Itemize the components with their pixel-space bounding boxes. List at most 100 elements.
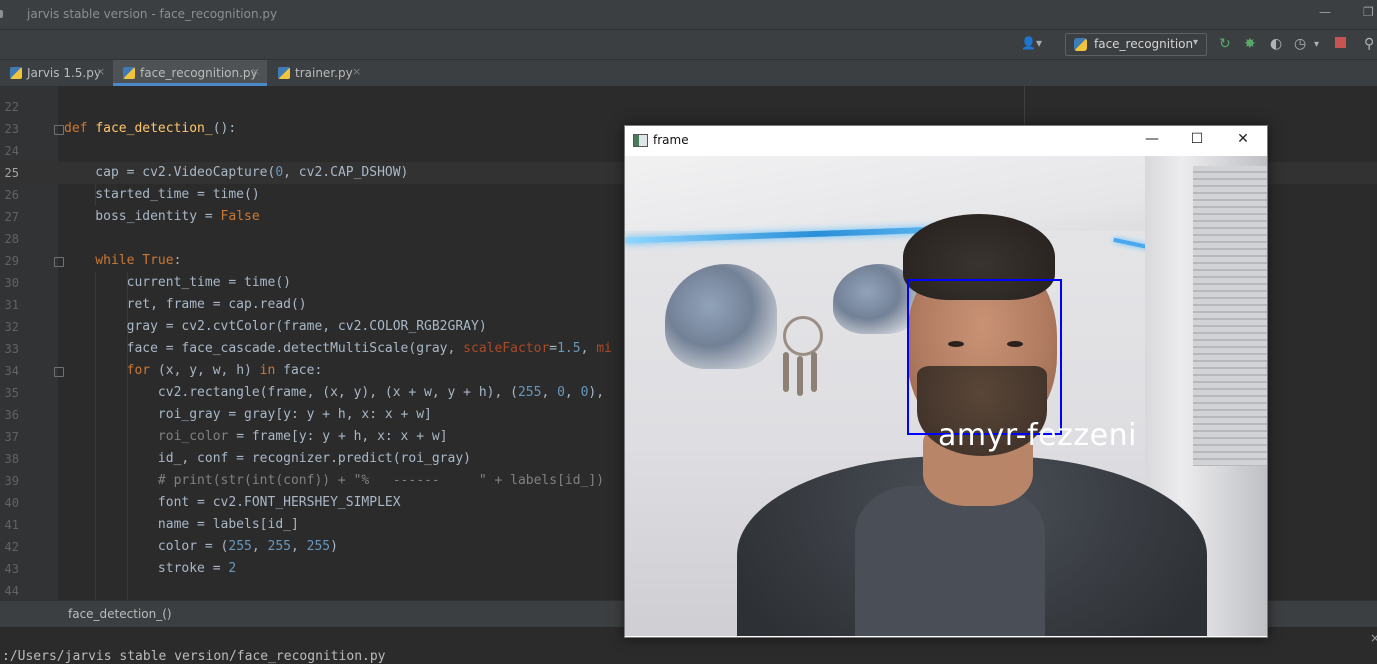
opencv-frame-window[interactable]: frame — ☐ ✕ amyr-fezzeni — [624, 125, 1268, 638]
line-number: 37 — [4, 430, 19, 444]
code-keyword: in — [259, 363, 284, 378]
code-text: current_time = time() — [64, 275, 291, 290]
python-icon — [1074, 38, 1087, 51]
line-number: 32 — [4, 320, 19, 334]
run-configuration-label: face_recognition — [1094, 37, 1194, 51]
code-text: ), — [588, 385, 605, 400]
line-number: 33 — [4, 342, 19, 356]
line-number: 24 — [4, 144, 19, 158]
frame-close-button[interactable]: ✕ — [1233, 131, 1253, 147]
close-icon[interactable]: × — [1370, 631, 1377, 645]
code-text: roi_gray = gray[y: y + h, x: x + w] — [64, 407, 432, 422]
code-keyword: True — [142, 253, 174, 268]
line-number: 23 — [4, 122, 19, 136]
face-detection-box — [907, 279, 1062, 435]
profile-icon[interactable]: ◷ — [1294, 36, 1306, 52]
code-number: 255 — [228, 539, 252, 554]
close-icon[interactable]: × — [352, 65, 361, 78]
code-keyword: def — [64, 121, 96, 136]
line-number: 34 — [4, 364, 19, 378]
code-text: cap = cv2.VideoCapture( — [64, 165, 276, 180]
app-icon — [0, 10, 3, 18]
stop-icon[interactable] — [1335, 37, 1346, 48]
code-text: started_time = time() — [64, 187, 260, 202]
window-app-icon — [633, 134, 648, 147]
code-text: name = labels[id_] — [64, 517, 299, 532]
frame-titlebar[interactable]: frame — ☐ ✕ — [625, 126, 1267, 156]
frame-title: frame — [653, 133, 689, 147]
code-number: 1.5 — [557, 341, 581, 356]
user-icon[interactable]: 👤▾ — [1021, 36, 1042, 50]
close-icon[interactable]: × — [251, 65, 260, 78]
code-text: = frame[y: y + h, x: x + w] — [228, 429, 448, 444]
python-file-icon — [123, 67, 135, 79]
breadcrumb-function[interactable]: face_detection_() — [68, 607, 172, 621]
line-number: 39 — [4, 474, 19, 488]
tab-face-recognition[interactable]: face_recognition.py × — [113, 60, 267, 86]
code-text: stroke = — [64, 561, 229, 576]
chevron-down-icon: ▾ — [1192, 37, 1198, 48]
search-icon[interactable]: ⚲ — [1364, 36, 1374, 52]
code-text: boss_identity = — [64, 209, 221, 224]
code-text: = — [549, 341, 558, 356]
code-number: 0 — [557, 385, 565, 400]
code-text: , — [564, 385, 581, 400]
code-comment: # print(str(int(conf)) + "% ------ " + l… — [64, 473, 605, 488]
code-number: 255 — [517, 385, 542, 400]
code-text: , — [580, 341, 597, 356]
line-number: 43 — [4, 562, 19, 576]
shutter-slats — [1193, 166, 1267, 466]
frame-minimize-button[interactable]: — — [1142, 131, 1162, 147]
line-number: 22 — [4, 100, 19, 114]
code-unused-variable: roi_color — [157, 429, 229, 444]
python-file-icon — [278, 67, 290, 79]
code-text: , — [251, 539, 268, 554]
coverage-icon[interactable]: ◐ — [1270, 36, 1282, 52]
run-configuration-select[interactable]: face_recognition ▾ — [1065, 33, 1207, 56]
line-number: 36 — [4, 408, 19, 422]
python-file-icon — [10, 67, 22, 79]
line-number: 25 — [4, 166, 19, 180]
debug-bug-icon[interactable]: ✸ — [1244, 36, 1256, 52]
wall-wing-decor — [665, 264, 777, 369]
code-keyword: for — [64, 363, 158, 378]
code-text: gray = cv2.cvtColor(frame, cv2.COLOR_RGB… — [64, 319, 487, 334]
editor-tabs: Jarvis 1.5.py × face_recognition.py × tr… — [0, 59, 1377, 88]
code-text: , — [291, 539, 307, 554]
code-param: mi — [596, 341, 612, 356]
frame-maximize-button[interactable]: ☐ — [1187, 131, 1207, 147]
minimize-button[interactable]: — — [1319, 5, 1331, 19]
line-number: 41 — [4, 518, 19, 532]
restore-button[interactable]: ❐ — [1363, 5, 1374, 19]
code-function-name: face_detection_ — [95, 121, 213, 136]
code-number: 255 — [267, 539, 291, 554]
code-text: : — [173, 253, 182, 268]
code-text: face: — [283, 363, 323, 378]
code-text: ret, frame = cap.read() — [64, 297, 307, 312]
line-number: 31 — [4, 298, 19, 312]
line-number: 42 — [4, 540, 19, 554]
code-keyword: False — [220, 209, 260, 224]
code-number: 255 — [306, 539, 331, 554]
close-icon[interactable]: × — [96, 65, 105, 78]
window-titlebar: jarvis stable version - face_recognition… — [0, 0, 1377, 29]
line-number: 29 — [4, 254, 19, 268]
tab-jarvis[interactable]: Jarvis 1.5.py × — [0, 60, 112, 86]
tab-label: trainer.py — [295, 66, 353, 80]
code-number: 2 — [228, 561, 237, 576]
code-text: ) — [330, 539, 338, 554]
more-run-options-icon[interactable]: ▾ — [1314, 39, 1319, 50]
rerun-icon[interactable]: ↻ — [1219, 36, 1231, 52]
code-text: font = cv2.FONT_HERSHEY_SIMPLEX — [64, 495, 401, 510]
tab-trainer[interactable]: trainer.py × — [268, 60, 366, 86]
code-text: (): — [212, 121, 237, 136]
webcam-video-frame: amyr-fezzeni — [625, 156, 1267, 636]
line-number: 44 — [4, 584, 19, 598]
code-line: 22 — [0, 96, 1377, 118]
code-text: , cv2.CAP_DSHOW) — [283, 165, 409, 180]
line-number: 38 — [4, 452, 19, 466]
code-text: (x, y, w, h) — [157, 363, 260, 378]
dreamcatcher-feather — [783, 352, 789, 392]
code-text: id_, conf = recognizer.predict(roi_gray) — [64, 451, 471, 466]
